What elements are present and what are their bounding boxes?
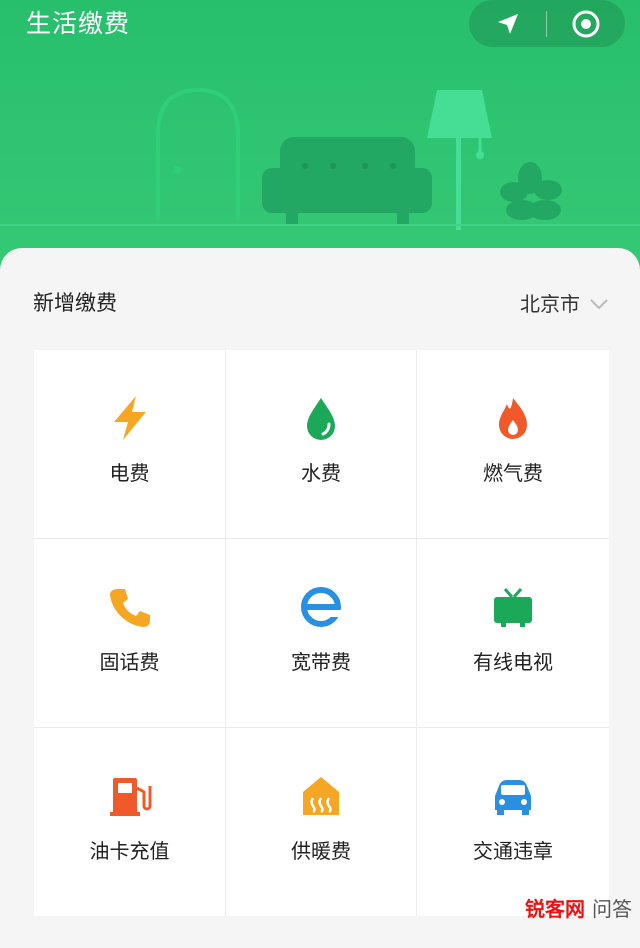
- phone-icon: [106, 583, 154, 631]
- lightning-icon: [106, 394, 154, 442]
- payment-item-gas[interactable]: 燃气费: [417, 350, 609, 538]
- payment-item-cable-tv[interactable]: 有线电视: [417, 539, 609, 727]
- fuel-pump-icon: [106, 772, 154, 820]
- item-label: 有线电视: [473, 650, 553, 674]
- header-banner: 生活缴费: [0, 0, 640, 280]
- location-arrow-icon: [497, 13, 518, 34]
- section-title: 新增缴费: [33, 291, 117, 315]
- location-button[interactable]: [469, 0, 546, 47]
- water-drop-icon: [297, 394, 345, 442]
- tv-icon: [489, 583, 537, 631]
- heating-house-icon: [297, 772, 345, 820]
- payment-item-heating[interactable]: 供暖费: [226, 728, 416, 916]
- watermark-brand: 锐客网: [525, 897, 586, 921]
- mini-program-capsule: [469, 0, 625, 47]
- payment-item-electricity[interactable]: 电费: [34, 350, 225, 538]
- payment-grid: 电费 水费 燃气费 固话费 宽带费 有线电视 油卡充值 供暖费 交通违章: [34, 350, 609, 916]
- item-label: 油卡充值: [89, 839, 170, 863]
- flame-icon: [489, 394, 537, 442]
- item-label: 供暖费: [291, 839, 351, 863]
- car-icon: [489, 772, 537, 820]
- close-target-button[interactable]: [547, 0, 624, 47]
- broadband-e-icon: [297, 583, 345, 631]
- payment-item-water[interactable]: 水费: [226, 350, 416, 538]
- item-label: 电费: [109, 461, 150, 485]
- payment-item-broadband[interactable]: 宽带费: [226, 539, 416, 727]
- item-label: 交通违章: [473, 839, 553, 863]
- payment-item-traffic-fines[interactable]: 交通违章: [417, 728, 609, 916]
- watermark-extra: 问答: [592, 897, 632, 921]
- page-title: 生活缴费: [26, 9, 131, 38]
- watermark: 锐客网 问答: [525, 893, 632, 922]
- item-label: 宽带费: [291, 650, 351, 674]
- city-selector[interactable]: 北京市: [520, 288, 608, 320]
- target-circle-icon: [572, 10, 599, 37]
- item-label: 燃气费: [483, 461, 543, 485]
- payment-item-landline[interactable]: 固话费: [34, 539, 225, 727]
- city-label: 北京市: [520, 292, 580, 316]
- payment-item-fuel-card[interactable]: 油卡充值: [34, 728, 225, 916]
- item-label: 水费: [301, 461, 341, 485]
- chevron-down-icon: [590, 299, 608, 310]
- item-label: 固话费: [99, 650, 160, 674]
